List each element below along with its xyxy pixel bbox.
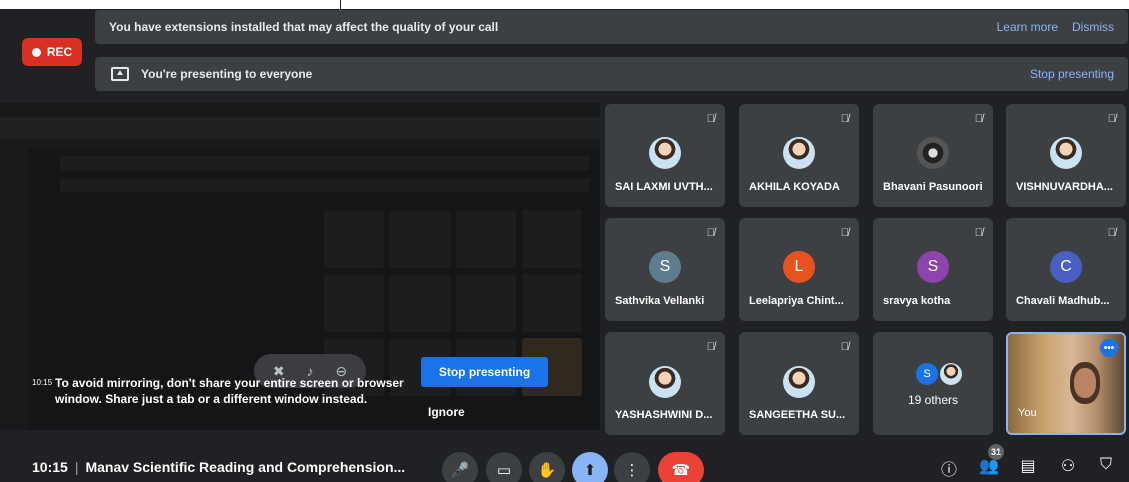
stop-presenting-link[interactable]: Stop presenting bbox=[1030, 67, 1114, 81]
self-video-face bbox=[1074, 368, 1096, 398]
microphone-icon: 🎤 bbox=[450, 462, 470, 479]
avatar: S bbox=[649, 251, 681, 283]
more-options-icon[interactable]: ••• bbox=[1100, 339, 1118, 357]
participant-tile[interactable]: 🎙̸ AKHILA KOYADA bbox=[739, 104, 859, 207]
mic-off-icon: 🎙̸ bbox=[706, 227, 715, 239]
separator: | bbox=[74, 459, 79, 475]
more-vert-icon: ⋮ bbox=[624, 462, 640, 479]
warning-time: 10:15 bbox=[32, 378, 53, 387]
mic-off-icon: 🎙̸ bbox=[840, 341, 849, 353]
meeting-details: 10:15 | Manav Scientific Reading and Compr… bbox=[32, 459, 405, 475]
participant-name: Bhavani Pasunoori bbox=[883, 181, 983, 193]
participant-name: VISHNUVARDHA... bbox=[1016, 181, 1113, 193]
chat-icon[interactable]: ▤ bbox=[1017, 456, 1039, 476]
record-dot-icon bbox=[31, 47, 41, 57]
participant-tile[interactable]: 🎙̸ YASHASHWINI D... bbox=[605, 332, 725, 435]
present-button[interactable]: ⬆ bbox=[572, 452, 608, 482]
self-tile[interactable]: ••• You bbox=[1006, 332, 1126, 435]
extensions-banner-text: You have extensions installed that may a… bbox=[109, 20, 499, 34]
top-window-strip bbox=[0, 0, 1129, 9]
participant-name: YASHASHWINI D... bbox=[615, 409, 713, 421]
microphone-button[interactable]: 🎤 bbox=[442, 452, 478, 482]
participant-name: Sathvika Vellanki bbox=[615, 295, 705, 307]
mic-off-icon: 🎙̸ bbox=[1107, 227, 1116, 239]
avatar: S bbox=[916, 363, 938, 385]
participant-name: AKHILA KOYADA bbox=[749, 181, 840, 193]
presenting-banner: You're presenting to everyone Stop prese… bbox=[95, 57, 1128, 91]
avatar bbox=[940, 363, 962, 385]
clock: 10:15 bbox=[32, 459, 68, 475]
meeting-title: Manav Scientific Reading and Comprehensi… bbox=[85, 459, 406, 475]
extensions-banner: You have extensions installed that may a… bbox=[95, 10, 1128, 44]
avatar bbox=[1050, 137, 1082, 169]
host-controls-icon[interactable]: ⛉ bbox=[1095, 456, 1117, 474]
others-avatars: S bbox=[916, 363, 962, 385]
mic-off-icon: 🎙̸ bbox=[974, 227, 983, 239]
hand-icon: ✋ bbox=[537, 462, 557, 479]
mirroring-warning: To avoid mirroring, don't share your ent… bbox=[55, 376, 404, 406]
participant-tile[interactable]: 🎙̸ C Chavali Madhub... bbox=[1006, 218, 1126, 321]
participant-name: Chavali Madhub... bbox=[1016, 295, 1110, 307]
dismiss-button[interactable]: Dismiss bbox=[1072, 20, 1114, 34]
mic-off-icon: 🎙̸ bbox=[840, 113, 849, 125]
participant-name: SANGEETHA SU... bbox=[749, 409, 846, 421]
participant-tile[interactable]: 🎙̸ SAI LAXMI UVTH... bbox=[605, 104, 725, 207]
participant-tile[interactable]: 🎙̸ VISHNUVARDHA... bbox=[1006, 104, 1126, 207]
recording-indicator: REC bbox=[22, 38, 82, 66]
mic-off-icon: 🎙̸ bbox=[706, 113, 715, 125]
mic-off-icon: 🎙̸ bbox=[974, 113, 983, 125]
avatar bbox=[649, 137, 681, 169]
participant-count-badge: 31 bbox=[988, 444, 1004, 460]
participant-name: SAI LAXMI UVTH... bbox=[615, 181, 713, 193]
participant-name: Leelapriya Chint... bbox=[749, 295, 844, 307]
present-screen-icon bbox=[111, 67, 129, 81]
camera-icon: ▭ bbox=[496, 462, 512, 479]
learn-more-link[interactable]: Learn more bbox=[997, 20, 1058, 34]
participant-tile[interactable]: 🎙̸ S sravya kotha bbox=[873, 218, 993, 321]
avatar bbox=[649, 366, 681, 398]
participant-tile[interactable]: 🎙̸ SANGEETHA SU... bbox=[739, 332, 859, 435]
rec-label: REC bbox=[46, 45, 73, 59]
leave-call-button[interactable]: ☎ bbox=[658, 452, 704, 482]
more-options-button[interactable]: ⋮ bbox=[614, 452, 650, 482]
avatar bbox=[917, 137, 949, 169]
divider bbox=[340, 0, 341, 9]
present-icon: ⬆ bbox=[583, 462, 597, 479]
avatar: L bbox=[783, 251, 815, 283]
activities-icon[interactable]: ⚇ bbox=[1057, 456, 1079, 476]
raise-hand-button[interactable]: ✋ bbox=[529, 452, 565, 482]
others-tile[interactable]: S 19 others bbox=[873, 332, 993, 435]
hang-up-icon: ☎ bbox=[671, 462, 691, 479]
participant-tile[interactable]: 🎙̸ Bhavani Pasunoori bbox=[873, 104, 993, 207]
participant-tile[interactable]: 🎙̸ L Leelapriya Chint... bbox=[739, 218, 859, 321]
participant-tile[interactable]: 🎙̸ S Sathvika Vellanki bbox=[605, 218, 725, 321]
self-name: You bbox=[1018, 407, 1037, 419]
meeting-details-icon[interactable]: ⓘ bbox=[938, 456, 960, 480]
avatar: S bbox=[917, 251, 949, 283]
mic-off-icon: 🎙̸ bbox=[1107, 113, 1116, 125]
avatar: C bbox=[1050, 251, 1082, 283]
avatar bbox=[783, 137, 815, 169]
camera-button[interactable]: ▭ bbox=[486, 452, 522, 482]
mic-off-icon: 🎙̸ bbox=[706, 341, 715, 353]
mic-off-icon: 🎙̸ bbox=[840, 227, 849, 239]
avatar bbox=[783, 366, 815, 398]
presenting-banner-text: You're presenting to everyone bbox=[141, 67, 313, 81]
stop-presenting-button[interactable]: Stop presenting bbox=[421, 357, 548, 387]
ignore-button[interactable]: Ignore bbox=[428, 405, 465, 419]
participant-name: sravya kotha bbox=[883, 295, 951, 307]
others-count: 19 others bbox=[907, 393, 959, 407]
